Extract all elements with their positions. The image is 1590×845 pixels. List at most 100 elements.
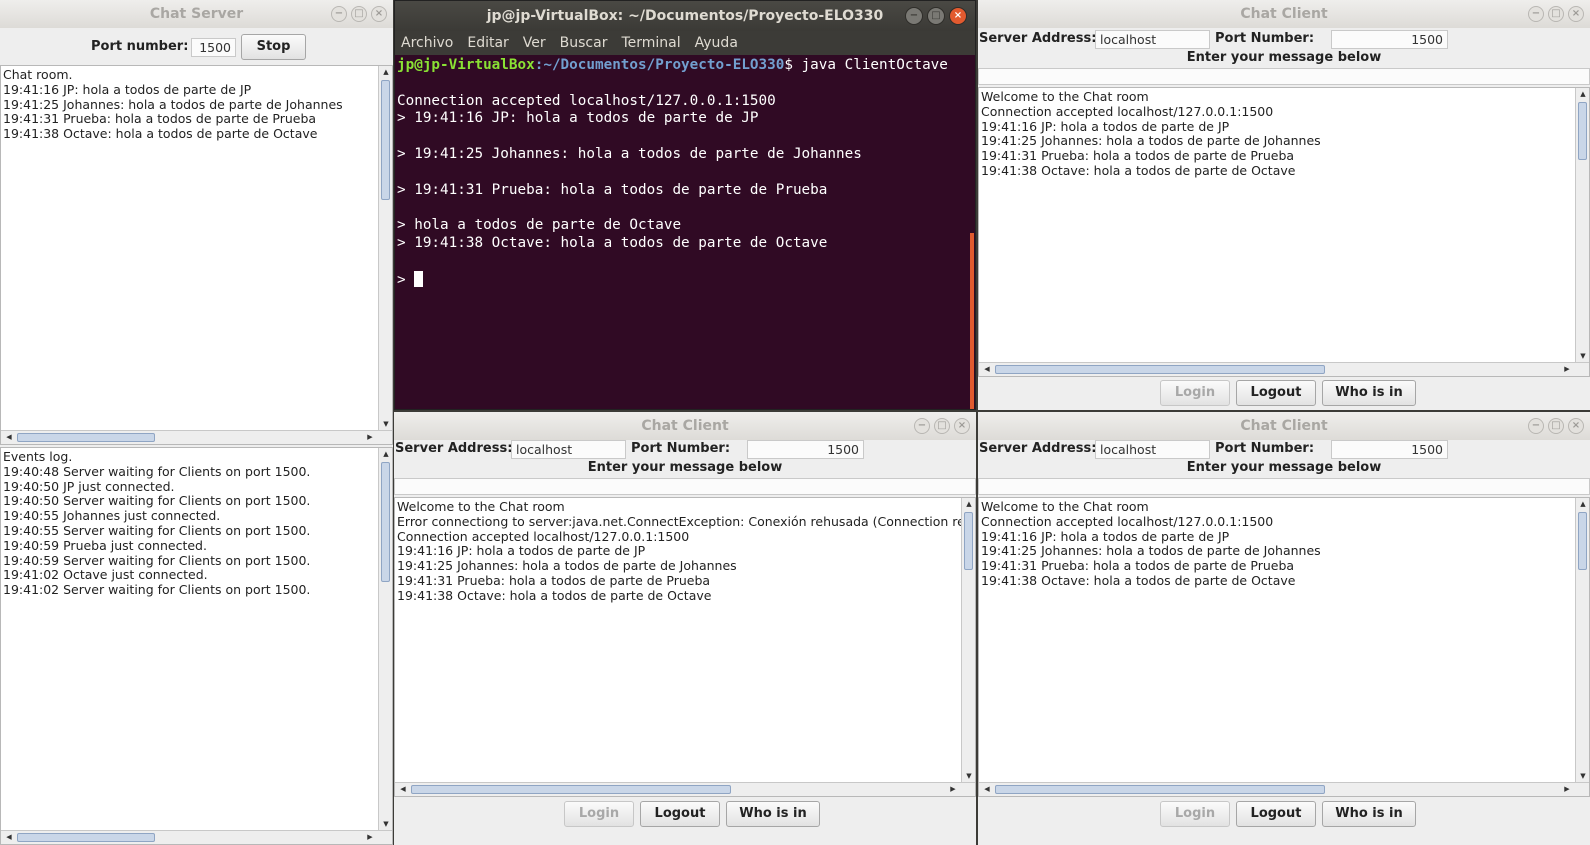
scroll-up-icon[interactable]: ▲	[379, 448, 392, 460]
who-is-in-button[interactable]: Who is in	[726, 801, 820, 827]
client-titlebar[interactable]: Chat Client − □ ×	[394, 412, 976, 440]
login-button[interactable]: Login	[564, 801, 634, 827]
logout-button[interactable]: Logout	[1236, 801, 1316, 827]
scroll-thumb[interactable]	[381, 462, 390, 582]
horizontal-scrollbar[interactable]: ◀ ▶	[395, 782, 975, 796]
terminal-output[interactable]: jp@jp-VirtualBox:~/Documentos/Proyecto-E…	[397, 57, 969, 409]
scroll-thumb[interactable]	[1578, 102, 1587, 160]
maximize-icon[interactable]: □	[934, 418, 950, 434]
chat-line: Connection accepted localhost/127.0.0.1:…	[981, 103, 1274, 119]
minimize-icon[interactable]: −	[914, 418, 930, 434]
close-icon[interactable]: ×	[1568, 418, 1584, 434]
scroll-thumb[interactable]	[964, 512, 973, 570]
terminal-scrollbar[interactable]	[970, 233, 974, 409]
scroll-right-icon[interactable]: ▶	[364, 831, 376, 844]
terminal-input-line[interactable]: >	[397, 270, 969, 289]
menu-terminal[interactable]: Terminal	[621, 31, 680, 55]
scroll-thumb[interactable]	[1578, 512, 1587, 570]
maximize-icon[interactable]: □	[1548, 6, 1564, 22]
scroll-up-icon[interactable]: ▲	[1576, 88, 1589, 100]
close-icon[interactable]: ×	[371, 6, 387, 22]
client-chat-area[interactable]: Welcome to the Chat room Error connection…	[394, 497, 976, 797]
client-chat-lines: Welcome to the Chat room Connection accep…	[981, 89, 1573, 179]
vertical-scrollbar[interactable]: ▲ ▼	[961, 498, 975, 782]
scroll-down-icon[interactable]: ▼	[1576, 350, 1589, 362]
scroll-down-icon[interactable]: ▼	[379, 418, 392, 430]
horizontal-scrollbar[interactable]: ◀ ▶	[1, 830, 392, 844]
minimize-icon[interactable]: −	[1528, 6, 1544, 22]
menu-archivo[interactable]: Archivo	[401, 31, 453, 55]
client-chat-area[interactable]: Welcome to the Chat room Connection accep…	[978, 87, 1590, 377]
scroll-thumb[interactable]	[411, 785, 731, 794]
scroll-thumb[interactable]	[995, 785, 1325, 794]
scroll-thumb[interactable]	[381, 80, 390, 200]
scroll-left-icon[interactable]: ◀	[981, 363, 993, 376]
maximize-icon[interactable]: □	[351, 6, 367, 22]
minimize-icon[interactable]: −	[331, 6, 347, 22]
server-titlebar[interactable]: Chat Server − □ ×	[0, 0, 393, 28]
scroll-up-icon[interactable]: ▲	[1576, 498, 1589, 510]
logout-button[interactable]: Logout	[640, 801, 720, 827]
menu-buscar[interactable]: Buscar	[560, 31, 608, 55]
close-icon[interactable]: ×	[1568, 6, 1584, 22]
login-button[interactable]: Login	[1160, 801, 1230, 827]
scroll-thumb[interactable]	[17, 433, 155, 442]
scroll-left-icon[interactable]: ◀	[3, 431, 15, 444]
scroll-thumb[interactable]	[17, 833, 155, 842]
port-number-input[interactable]: 1500	[747, 440, 864, 459]
terminal-window[interactable]: jp@jp-VirtualBox: ~/Documentos/Proyecto-…	[394, 0, 976, 410]
vertical-scrollbar[interactable]: ▲ ▼	[378, 448, 392, 830]
server-address-input[interactable]: localhost	[1095, 30, 1210, 49]
scroll-right-icon[interactable]: ▶	[947, 783, 959, 796]
scroll-thumb[interactable]	[995, 365, 1325, 374]
scroll-right-icon[interactable]: ▶	[1561, 783, 1573, 796]
menu-ayuda[interactable]: Ayuda	[695, 31, 738, 55]
logout-button[interactable]: Logout	[1236, 380, 1316, 406]
client-chat-area[interactable]: Welcome to the Chat room Connection accep…	[978, 497, 1590, 797]
vertical-scrollbar[interactable]: ▲ ▼	[1575, 88, 1589, 362]
who-is-in-button[interactable]: Who is in	[1322, 801, 1416, 827]
maximize-icon[interactable]: □	[1548, 418, 1564, 434]
scroll-left-icon[interactable]: ◀	[981, 783, 993, 796]
port-number-input[interactable]: 1500	[1331, 440, 1448, 459]
horizontal-scrollbar[interactable]: ◀ ▶	[979, 782, 1589, 796]
message-input[interactable]	[394, 478, 976, 495]
message-input[interactable]	[978, 68, 1590, 85]
scroll-left-icon[interactable]: ◀	[397, 783, 409, 796]
minimize-icon[interactable]: −	[1528, 418, 1544, 434]
login-button[interactable]: Login	[1160, 380, 1230, 406]
port-number-input[interactable]: 1500	[1331, 30, 1448, 49]
terminal-titlebar[interactable]: jp@jp-VirtualBox: ~/Documentos/Proyecto-…	[395, 1, 975, 31]
scroll-left-icon[interactable]: ◀	[3, 831, 15, 844]
horizontal-scrollbar[interactable]: ◀ ▶	[979, 362, 1589, 376]
scroll-up-icon[interactable]: ▲	[962, 498, 975, 510]
minimize-icon[interactable]: −	[905, 7, 923, 25]
stop-button[interactable]: Stop	[241, 34, 306, 60]
client-titlebar[interactable]: Chat Client − □ ×	[978, 412, 1590, 440]
horizontal-scrollbar[interactable]: ◀ ▶	[1, 430, 392, 444]
close-icon[interactable]: ×	[949, 7, 967, 25]
chat-line: 19:41:38 Octave: hola a todos de parte d…	[981, 162, 1296, 178]
maximize-icon[interactable]: □	[927, 7, 945, 25]
server-events-area[interactable]: Events log. 19:40:48 Server waiting for C…	[0, 447, 393, 845]
server-address-input[interactable]: localhost	[1095, 440, 1210, 459]
vertical-scrollbar[interactable]: ▲ ▼	[1575, 498, 1589, 782]
scroll-right-icon[interactable]: ▶	[364, 431, 376, 444]
server-address-input[interactable]: localhost	[511, 440, 626, 459]
message-input[interactable]	[978, 478, 1590, 495]
client-titlebar[interactable]: Chat Client − □ ×	[978, 0, 1590, 28]
server-port-input[interactable]: 1500	[191, 38, 236, 57]
scroll-down-icon[interactable]: ▼	[379, 818, 392, 830]
close-icon[interactable]: ×	[954, 418, 970, 434]
scroll-right-icon[interactable]: ▶	[1561, 363, 1573, 376]
vertical-scrollbar[interactable]: ▲ ▼	[378, 66, 392, 430]
menu-ver[interactable]: Ver	[523, 31, 546, 55]
scroll-down-icon[interactable]: ▼	[1576, 770, 1589, 782]
server-chat-area[interactable]: Chat room. 19:41:16 JP: hola a todos de p…	[0, 65, 393, 445]
terminal-lines: Connection accepted localhost/127.0.0.1:…	[397, 75, 969, 271]
menu-editar[interactable]: Editar	[467, 31, 508, 55]
event-line: 19:41:02 Server waiting for Clients on p…	[3, 582, 311, 598]
scroll-down-icon[interactable]: ▼	[962, 770, 975, 782]
who-is-in-button[interactable]: Who is in	[1322, 380, 1416, 406]
scroll-up-icon[interactable]: ▲	[379, 66, 392, 78]
